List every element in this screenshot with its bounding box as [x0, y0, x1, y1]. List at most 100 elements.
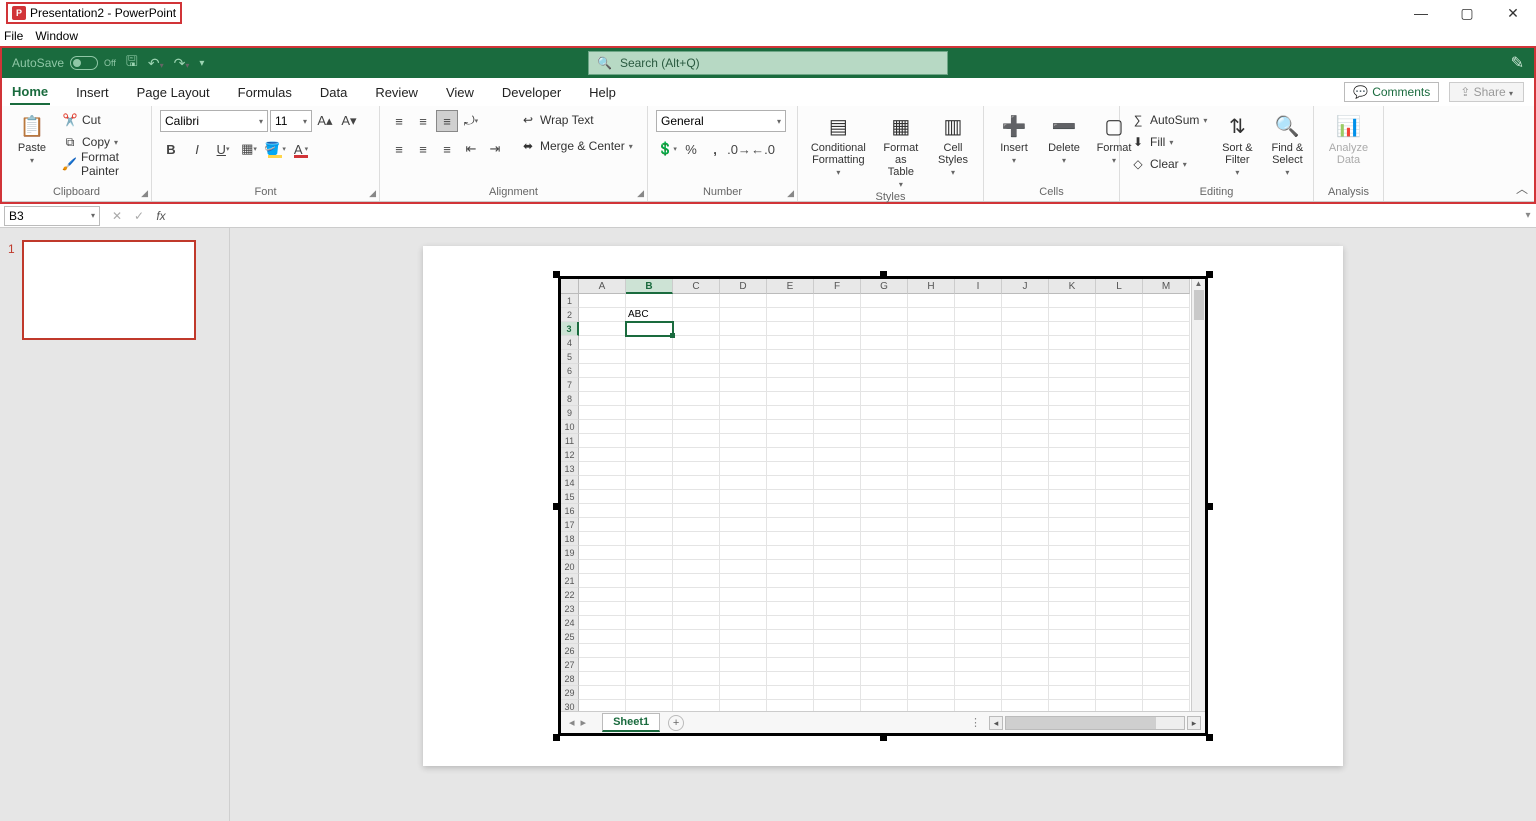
- cell[interactable]: [861, 644, 908, 658]
- cell[interactable]: [814, 602, 861, 616]
- cell[interactable]: [767, 504, 814, 518]
- column-header[interactable]: B: [626, 279, 673, 294]
- cell[interactable]: [767, 308, 814, 322]
- cell[interactable]: [720, 378, 767, 392]
- fill-color-icon[interactable]: 🪣▾: [264, 138, 286, 160]
- cell[interactable]: [955, 434, 1002, 448]
- cell[interactable]: [955, 350, 1002, 364]
- cell[interactable]: [1096, 294, 1143, 308]
- sheet-next-icon[interactable]: ▸: [581, 716, 587, 729]
- cell[interactable]: [1002, 462, 1049, 476]
- cell[interactable]: [1002, 392, 1049, 406]
- cell[interactable]: [908, 350, 955, 364]
- cell[interactable]: [1096, 448, 1143, 462]
- cell[interactable]: [767, 420, 814, 434]
- cell[interactable]: [908, 672, 955, 686]
- decrease-font-icon[interactable]: A▾: [338, 110, 360, 132]
- row-header[interactable]: 7: [561, 378, 579, 392]
- cell[interactable]: [814, 308, 861, 322]
- cell[interactable]: [579, 364, 626, 378]
- cell[interactable]: [1096, 630, 1143, 644]
- cell[interactable]: [767, 644, 814, 658]
- cell[interactable]: [720, 308, 767, 322]
- cell[interactable]: [767, 434, 814, 448]
- cell[interactable]: [767, 378, 814, 392]
- format-painter-button[interactable]: 🖌️Format Painter: [60, 154, 143, 174]
- insert-cells-button[interactable]: ➕Insert▾: [992, 110, 1036, 167]
- row-header[interactable]: 6: [561, 364, 579, 378]
- cell[interactable]: [626, 546, 673, 560]
- cell[interactable]: [626, 602, 673, 616]
- row-header[interactable]: 12: [561, 448, 579, 462]
- row-header[interactable]: 3: [561, 322, 579, 336]
- close-button[interactable]: ✕: [1490, 0, 1536, 26]
- cell[interactable]: [626, 518, 673, 532]
- cell[interactable]: [626, 378, 673, 392]
- cell[interactable]: [720, 588, 767, 602]
- cell[interactable]: [1049, 602, 1096, 616]
- cell[interactable]: [720, 686, 767, 700]
- cell[interactable]: [626, 532, 673, 546]
- minimize-button[interactable]: —: [1398, 0, 1444, 26]
- column-header[interactable]: A: [579, 279, 626, 294]
- row-header[interactable]: 16: [561, 504, 579, 518]
- cell[interactable]: [1143, 476, 1190, 490]
- accounting-format-icon[interactable]: 💲▾: [656, 138, 678, 160]
- cell[interactable]: [955, 490, 1002, 504]
- format-as-table-button[interactable]: ▦Format as Table▾: [877, 110, 925, 191]
- cell[interactable]: [814, 294, 861, 308]
- cell[interactable]: [1096, 700, 1143, 711]
- cell[interactable]: [673, 434, 720, 448]
- cell[interactable]: [908, 546, 955, 560]
- cell[interactable]: [861, 322, 908, 336]
- merge-center-button[interactable]: ⬌Merge & Center ▾: [518, 136, 635, 156]
- cell[interactable]: [626, 294, 673, 308]
- cell[interactable]: [1049, 532, 1096, 546]
- resize-handle-w[interactable]: [553, 503, 560, 510]
- cell[interactable]: [1096, 490, 1143, 504]
- hscroll-left-icon[interactable]: ◂: [989, 716, 1003, 730]
- sheet-nav[interactable]: ◂▸: [561, 716, 594, 729]
- align-left-icon[interactable]: ≡: [388, 138, 410, 160]
- cell[interactable]: [1143, 616, 1190, 630]
- cell[interactable]: [908, 560, 955, 574]
- row-header[interactable]: 19: [561, 546, 579, 560]
- cell[interactable]: [673, 294, 720, 308]
- cell[interactable]: [579, 462, 626, 476]
- align-right-icon[interactable]: ≡: [436, 138, 458, 160]
- cell[interactable]: [1002, 378, 1049, 392]
- cell[interactable]: [1002, 672, 1049, 686]
- row-header[interactable]: 13: [561, 462, 579, 476]
- cell[interactable]: [1049, 322, 1096, 336]
- cell[interactable]: [1049, 700, 1096, 711]
- cell[interactable]: [767, 658, 814, 672]
- cell[interactable]: [1143, 658, 1190, 672]
- resize-handle-sw[interactable]: [553, 734, 560, 741]
- cell[interactable]: [1143, 588, 1190, 602]
- cell[interactable]: [1143, 364, 1190, 378]
- cell[interactable]: [861, 420, 908, 434]
- row-header[interactable]: 24: [561, 616, 579, 630]
- cell[interactable]: [1002, 336, 1049, 350]
- align-top-icon[interactable]: ≡: [388, 110, 410, 132]
- row-header[interactable]: 28: [561, 672, 579, 686]
- cell[interactable]: [1096, 336, 1143, 350]
- cell[interactable]: [626, 574, 673, 588]
- cell[interactable]: [1002, 308, 1049, 322]
- cell[interactable]: [955, 378, 1002, 392]
- cell[interactable]: [579, 350, 626, 364]
- slide-canvas-area[interactable]: ABCDEFGHIJKLM 12345678910111213141516171…: [230, 228, 1536, 821]
- cell[interactable]: [579, 518, 626, 532]
- cell[interactable]: [720, 448, 767, 462]
- cell[interactable]: [673, 602, 720, 616]
- cell[interactable]: [955, 644, 1002, 658]
- cell[interactable]: [720, 434, 767, 448]
- cell[interactable]: [673, 322, 720, 336]
- column-header[interactable]: G: [861, 279, 908, 294]
- resize-handle-se[interactable]: [1206, 734, 1213, 741]
- cell[interactable]: [626, 658, 673, 672]
- cell[interactable]: [720, 518, 767, 532]
- cell[interactable]: [955, 294, 1002, 308]
- cell[interactable]: [673, 658, 720, 672]
- cell[interactable]: [767, 630, 814, 644]
